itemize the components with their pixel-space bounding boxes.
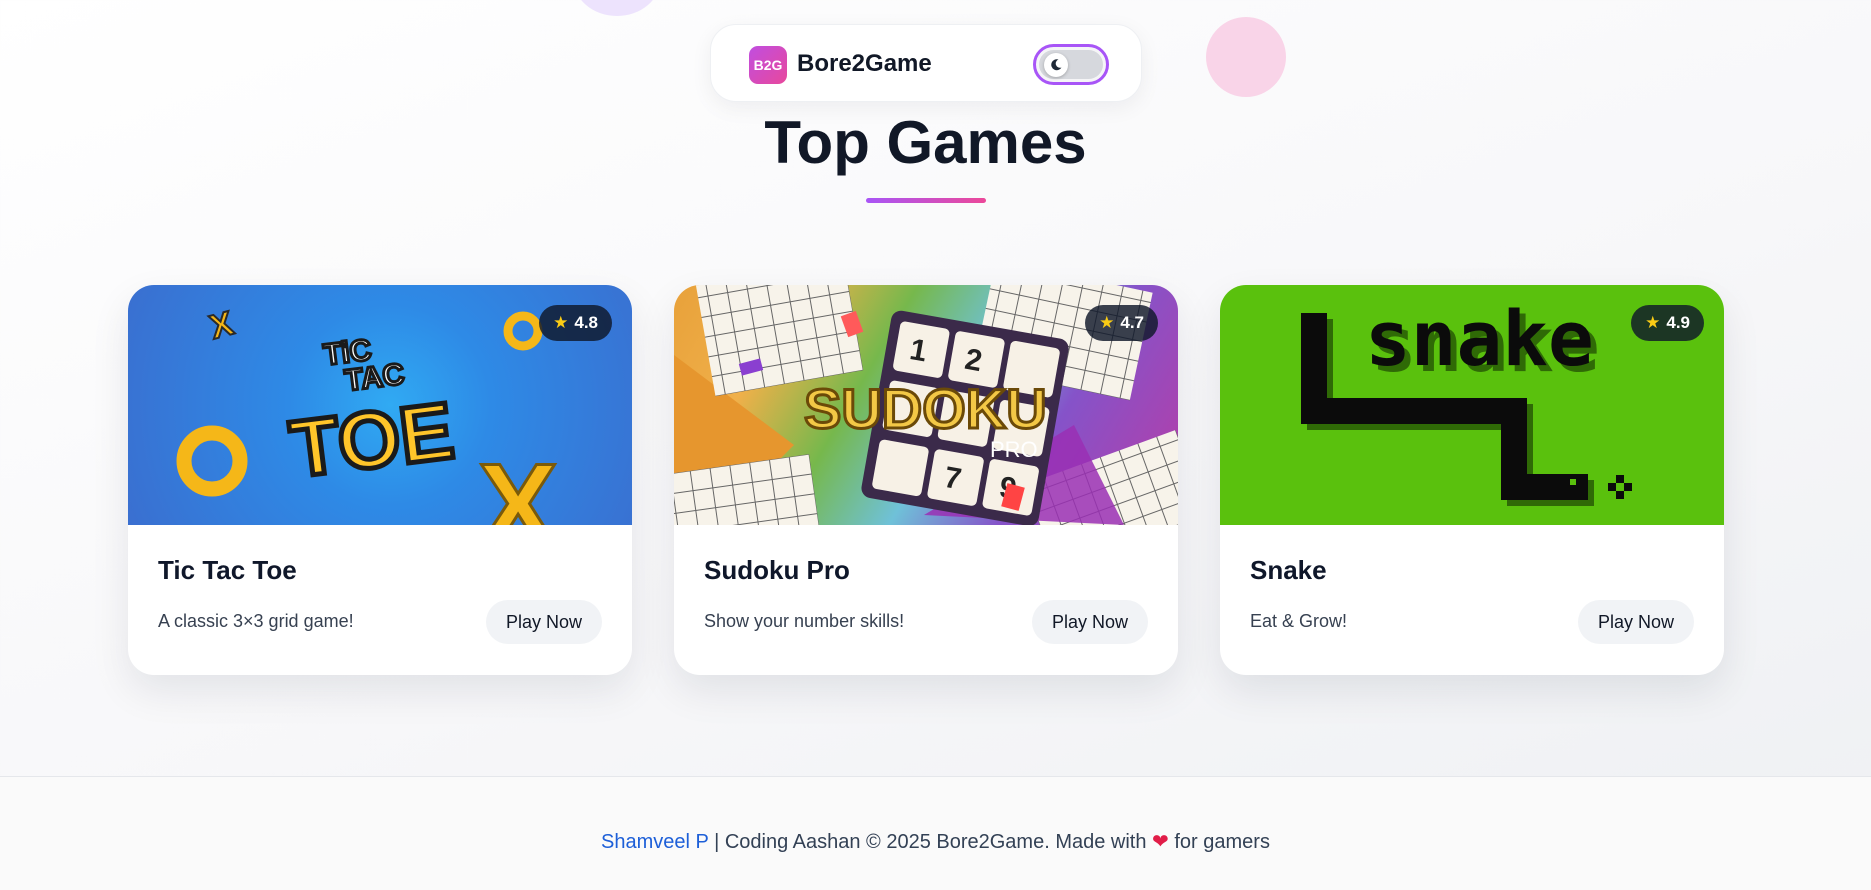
navbar: B2G Bore2Game: [710, 24, 1142, 102]
game-card-tic-tac-toe[interactable]: X X TiC TAC TOE ★ 4.8 Tic Tac Toe A clas…: [128, 285, 632, 675]
theme-toggle[interactable]: [1033, 44, 1109, 85]
sudoku-logo-pro: PRO: [990, 437, 1038, 462]
game-description: Eat & Grow!: [1250, 611, 1348, 631]
game-card-snake[interactable]: snake snake ★ 4.9 Snake Eat & Grow! Play…: [1220, 285, 1724, 675]
game-description: Show your number skills!: [704, 611, 905, 631]
heart-icon: ❤: [1152, 831, 1169, 853]
rating-badge: ★ 4.7: [1085, 305, 1158, 341]
author-link[interactable]: Shamveel P: [601, 831, 708, 853]
page-title: Top Games: [764, 109, 1087, 176]
game-title: Snake: [1250, 555, 1327, 585]
rating-value: 4.7: [1120, 313, 1144, 332]
svg-text:X: X: [206, 304, 238, 347]
rating-badge: ★ 4.8: [539, 305, 612, 341]
footer-copyright: | Coding Aashan © 2025 Bore2Game. Made w…: [714, 831, 1147, 853]
toggle-track: [1039, 50, 1103, 79]
decorative-blob-pink: [1206, 17, 1286, 97]
rating-badge: ★ 4.9: [1631, 305, 1704, 341]
decorative-blob-purple: [573, 0, 661, 16]
brand-name[interactable]: Bore2Game: [797, 50, 932, 78]
rating-value: 4.9: [1666, 313, 1690, 332]
star-icon: ★: [1099, 313, 1115, 332]
moon-icon: [1044, 53, 1068, 77]
logo-line-3: TOE: [286, 386, 459, 494]
rating-value: 4.8: [574, 313, 598, 332]
svg-text:X: X: [478, 439, 558, 525]
star-icon: ★: [1645, 313, 1661, 332]
star-icon: ★: [553, 313, 569, 332]
game-thumbnail-snake[interactable]: snake snake ★ 4.9: [1220, 285, 1724, 525]
game-description: A classic 3×3 grid game!: [158, 611, 354, 631]
sudoku-logo: SUDOKU: [804, 377, 1047, 440]
footer-tagline: for gamers: [1174, 831, 1270, 853]
game-thumbnail-sudoku-pro[interactable]: 1 2 7 9 SUDOKU PRO ★ 4.7: [674, 285, 1178, 525]
snake-logo: snake: [1365, 294, 1594, 383]
play-now-button[interactable]: Play Now: [1031, 600, 1148, 644]
game-title: Sudoku Pro: [704, 555, 850, 585]
game-card-sudoku-pro[interactable]: 1 2 7 9 SUDOKU PRO ★ 4.7 Sudoku Pr: [674, 285, 1178, 675]
footer: Shamveel P | Coding Aashan © 2025 Bore2G…: [0, 776, 1871, 890]
play-now-button[interactable]: Play Now: [1577, 600, 1694, 644]
brand-logo[interactable]: B2G: [749, 46, 787, 84]
game-thumbnail-tic-tac-toe[interactable]: X X TiC TAC TOE ★ 4.8: [128, 285, 632, 525]
footer-text: Shamveel P | Coding Aashan © 2025 Bore2G…: [0, 829, 1871, 854]
game-title: Tic Tac Toe: [158, 555, 297, 585]
title-underline: [866, 198, 986, 203]
play-now-button[interactable]: Play Now: [485, 600, 602, 644]
